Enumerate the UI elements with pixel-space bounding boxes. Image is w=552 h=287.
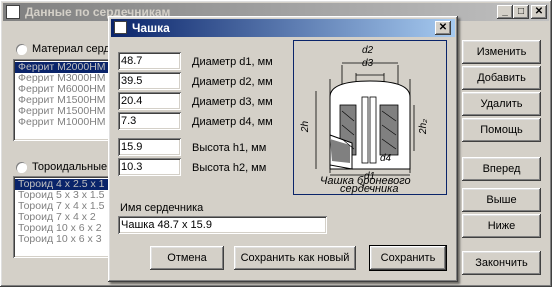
d2-label: Диаметр d2, мм: [192, 76, 273, 88]
list-item[interactable]: Феррит М1000НМ: [15, 117, 109, 128]
toroid-radio-label: Тороидальные: [32, 161, 108, 173]
save-as-new-button[interactable]: Сохранить как новый: [234, 246, 356, 270]
maximize-button[interactable]: □: [513, 5, 529, 19]
finish-button[interactable]: Закончить: [462, 251, 541, 275]
d1-input[interactable]: 48.7: [118, 52, 181, 70]
materials-list[interactable]: Феррит М2000НМ Феррит М3000НМ Феррит М60…: [13, 59, 111, 141]
dialog-title: Чашка: [132, 21, 170, 35]
cancel-button[interactable]: Отмена: [150, 246, 224, 270]
add-button[interactable]: Добавить: [462, 66, 541, 90]
save-button[interactable]: Сохранить: [369, 245, 447, 271]
dialog-icon: [114, 21, 127, 34]
material-radio-label: Материал серд: [32, 43, 110, 55]
down-button[interactable]: Ниже: [462, 214, 541, 238]
core-diagram: d2 d3 2h 2h₂ d4 d1 Чашка броневого серде…: [293, 40, 447, 195]
dialog-window: Чашка ✕ 48.7 Диаметр d1, мм 39.5 Диаметр…: [108, 16, 458, 282]
h2-dim-label: 2h₂: [417, 119, 429, 134]
d3-label: Диаметр d3, мм: [192, 96, 273, 108]
h2-label: Высота h2, мм: [192, 162, 267, 174]
d3-input[interactable]: 20.4: [118, 92, 181, 110]
h1-label: Высота h1, мм: [192, 142, 267, 154]
core-name-label: Имя сердечника: [120, 202, 204, 214]
h1-input[interactable]: 15.9: [118, 138, 181, 156]
delete-button[interactable]: Удалить: [462, 92, 541, 116]
d4-dim-label: d4: [380, 153, 392, 164]
toroids-list[interactable]: Тороид 4 x 2.5 x 1 Тороид 5 x 3 x 1.5 То…: [13, 176, 111, 258]
list-item[interactable]: Тороид 10 x 6 x 3: [15, 234, 109, 245]
d3-dim-label: d3: [362, 58, 374, 69]
h2-input[interactable]: 10.3: [118, 158, 181, 176]
help-button[interactable]: Помощь: [462, 118, 541, 142]
minimize-button[interactable]: _: [497, 5, 513, 19]
change-button[interactable]: Изменить: [462, 40, 541, 64]
d2-input[interactable]: 39.5: [118, 72, 181, 90]
core-name-input[interactable]: Чашка 48.7 x 15.9: [118, 216, 327, 234]
dialog-close-button[interactable]: ✕: [435, 21, 451, 35]
forward-button[interactable]: Вперед: [462, 157, 541, 181]
dialog-titlebar: Чашка ✕: [111, 19, 455, 37]
up-button[interactable]: Выше: [462, 188, 541, 212]
d4-label: Диаметр d4, мм: [192, 116, 273, 128]
window-icon: [6, 5, 20, 19]
material-radio[interactable]: [16, 44, 27, 55]
diagram-caption-2: сердечника: [340, 183, 399, 195]
h1-dim-label: 2h: [300, 120, 312, 133]
d1-label: Диаметр d1, мм: [192, 56, 273, 68]
toroid-radio[interactable]: [16, 162, 27, 173]
d2-dim-label: d2: [362, 45, 374, 56]
close-button[interactable]: ✕: [531, 5, 547, 19]
d4-input[interactable]: 7.3: [118, 112, 181, 130]
